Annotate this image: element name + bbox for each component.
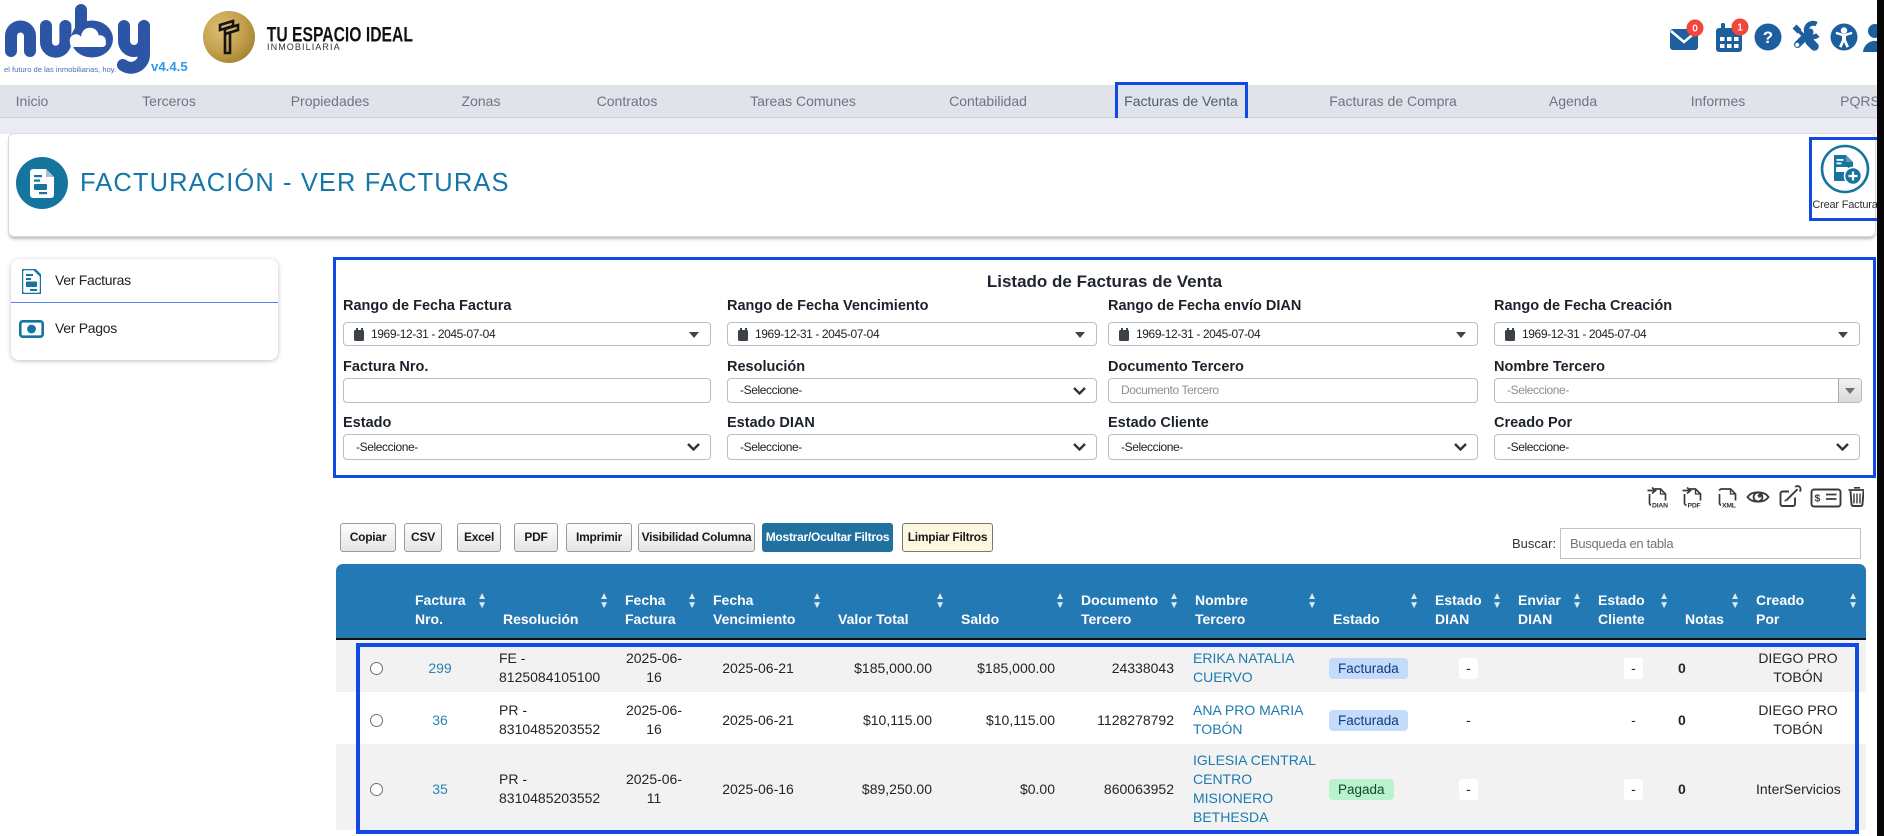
svg-text:DIAN: DIAN (1652, 503, 1668, 510)
svg-text:XML: XML (1722, 503, 1736, 510)
svg-text:v4.4.5: v4.4.5 (151, 59, 188, 74)
svg-text:el futuro de las inmobiliarias: el futuro de las inmobiliarias, hoy. (4, 65, 116, 74)
svg-text:0: 0 (1692, 24, 1698, 35)
svg-text:$: $ (1815, 493, 1821, 505)
svg-text:PDF: PDF (1688, 503, 1701, 510)
svg-text:INMOBILIARIA: INMOBILIARIA (267, 42, 341, 52)
svg-text:1: 1 (1737, 23, 1743, 34)
svg-text:?: ? (1763, 28, 1773, 47)
